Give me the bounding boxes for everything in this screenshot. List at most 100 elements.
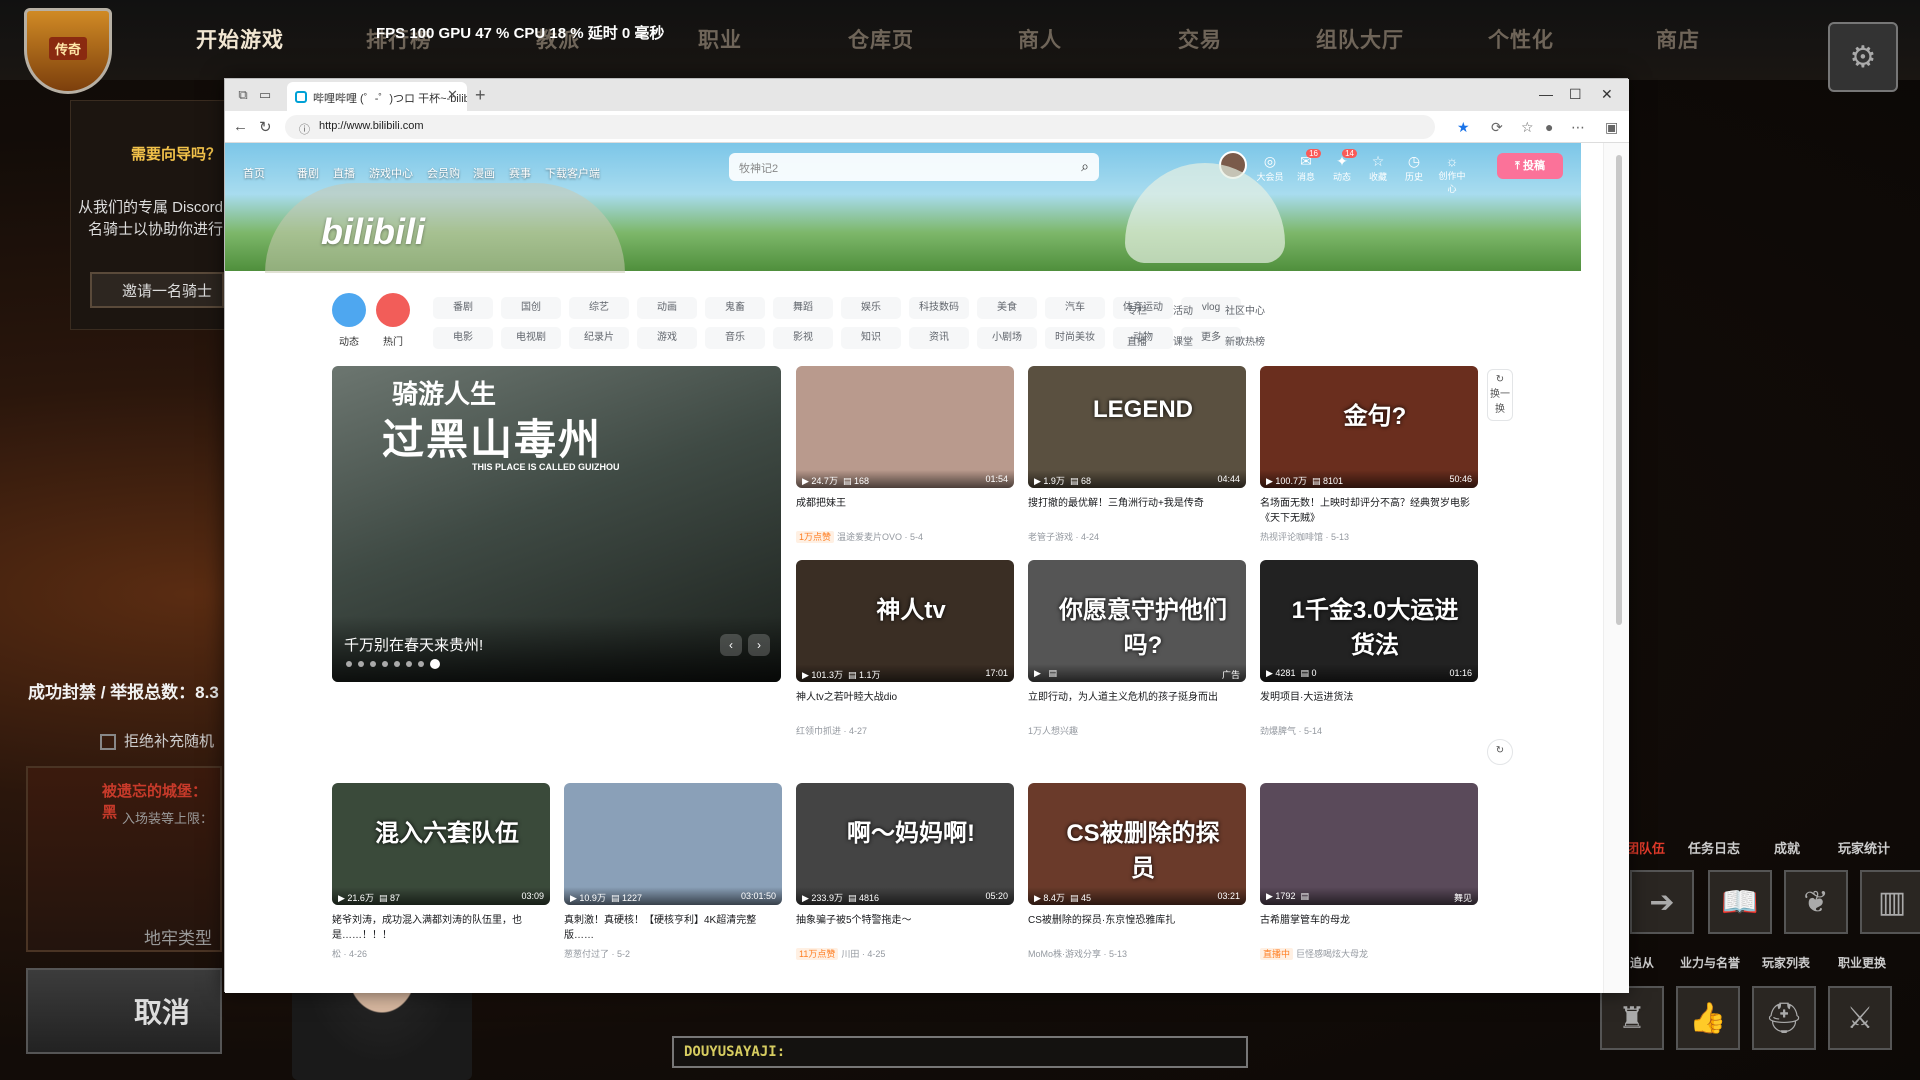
- video-thumbnail[interactable]: 神人tv ▶ 101.3万 ▤ 1.1万 17:01: [796, 560, 1014, 682]
- category-cats_row2-5[interactable]: 影视: [773, 327, 833, 349]
- carousel-dot[interactable]: [418, 661, 424, 667]
- more-icon[interactable]: ⋯: [1571, 119, 1585, 136]
- category-cats_row2-6[interactable]: 知识: [841, 327, 901, 349]
- category-cats_row2-3[interactable]: 游戏: [637, 327, 697, 349]
- nav-stash[interactable]: 仓库页: [848, 24, 914, 54]
- category-cats_row2-0[interactable]: 电影: [433, 327, 493, 349]
- history-icon[interactable]: ◷ 历史: [1399, 153, 1429, 183]
- nav-manga[interactable]: 漫画: [473, 165, 495, 181]
- tab-actions-icon[interactable]: ▭: [257, 87, 273, 103]
- video-title[interactable]: 神人tv之若叶睦大战dio: [796, 690, 1014, 705]
- favorites-icon[interactable]: ☆: [1521, 119, 1534, 136]
- category-cats_row1-4[interactable]: 鬼畜: [705, 297, 765, 319]
- swords-icon[interactable]: ⚔: [1828, 986, 1892, 1050]
- refuse-checkbox[interactable]: 拒绝补充随机: [100, 730, 214, 751]
- category-cats_row1-8[interactable]: 美食: [977, 297, 1037, 319]
- category-cats_row2-8[interactable]: 小剧场: [977, 327, 1037, 349]
- profile-icon[interactable]: ●: [1545, 119, 1553, 135]
- nav-start-game[interactable]: 开始游戏: [196, 24, 284, 54]
- video-thumbnail[interactable]: 啊～妈妈啊! ▶ 233.9万 ▤ 4816 05:20: [796, 783, 1014, 905]
- dynamic-icon[interactable]: ✦ 14 动态: [1327, 149, 1357, 183]
- link-new-songs[interactable]: 新歌热榜: [1225, 333, 1265, 348]
- video-meta[interactable]: 葱葱付过了 · 5-2: [564, 947, 630, 960]
- url-input[interactable]: ⓘ http://www.bilibili.com: [285, 115, 1435, 139]
- category-cats_row2-2[interactable]: 纪录片: [569, 327, 629, 349]
- carousel-dot[interactable]: [370, 661, 376, 667]
- carousel-prev-icon[interactable]: ‹: [720, 634, 742, 656]
- tab-party[interactable]: 团队伍: [1626, 838, 1665, 857]
- back-icon[interactable]: ←: [233, 118, 248, 135]
- invite-button[interactable]: 邀请一名骑士: [90, 272, 224, 308]
- video-card[interactable]: ▶ 1792 ▤ 舞见 古希腊掌管车的母龙 直播中 巨怪感喝炫大母龙: [1260, 783, 1478, 973]
- creator-icon[interactable]: ☼ 创作中心: [1437, 153, 1467, 195]
- link-activity[interactable]: 活动: [1173, 302, 1193, 317]
- tab-quest-log[interactable]: 任务日志: [1688, 838, 1740, 857]
- nav-download-client[interactable]: 下载客户端: [545, 165, 600, 181]
- carousel-dot[interactable]: [382, 661, 388, 667]
- settings-icon[interactable]: ⚙: [1828, 22, 1898, 92]
- nav-trade[interactable]: 交易: [1178, 24, 1222, 54]
- category-cats_row2-4[interactable]: 音乐: [705, 327, 765, 349]
- refresh-feed-button[interactable]: ↻ 换一换: [1487, 369, 1513, 421]
- video-meta[interactable]: 热视评论咖啡馆 · 5-13: [1260, 530, 1349, 543]
- maximize-icon[interactable]: ☐: [1569, 86, 1582, 103]
- vip-icon[interactable]: ◎ 大会员: [1255, 153, 1285, 183]
- category-cats_row1-2[interactable]: 综艺: [569, 297, 629, 319]
- carousel-dot[interactable]: [358, 661, 364, 667]
- video-card[interactable]: 混入六套队伍 ▶ 21.6万 ▤ 87 03:09 姥爷刘涛，成功混入满都刘涛的队伍里…: [332, 783, 550, 973]
- laurel-icon[interactable]: ❦: [1784, 870, 1848, 934]
- video-title[interactable]: 真刺激！真硬核！【硬核亨利】4K超清完整版……: [564, 913, 782, 943]
- bilibili-logo[interactable]: bilibili: [321, 211, 425, 253]
- video-title[interactable]: 立即行动，为人道主义危机的孩子挺身而出: [1028, 690, 1246, 705]
- category-cats_row1-6[interactable]: 娱乐: [841, 297, 901, 319]
- video-card[interactable]: 1千金3.0大运进货法 ▶ 4281 ▤ 0 01:16 发明项目·大运进货法 劲爆脾气…: [1260, 560, 1478, 750]
- nav-game-center[interactable]: 游戏中心: [369, 165, 413, 181]
- category-cats_row2-1[interactable]: 电视剧: [501, 327, 561, 349]
- video-card[interactable]: 你愿意守护他们吗? ▶ ▤ 广告 立即行动，为人道主义危机的孩子挺身而出 1万人想兴趣: [1028, 560, 1246, 750]
- video-thumbnail[interactable]: CS被删除的探员 ▶ 8.4万 ▤ 45 03:21: [1028, 783, 1246, 905]
- carousel-dot[interactable]: [406, 661, 412, 667]
- video-thumbnail[interactable]: 你愿意守护他们吗? ▶ ▤ 广告: [1028, 560, 1246, 682]
- dynamic-channel-icon[interactable]: [332, 293, 366, 327]
- video-card[interactable]: LEGEND ▶ 1.9万 ▤ 68 04:44 搜打撤的最优解！三角洲行动+我是传奇…: [1028, 366, 1246, 556]
- video-title[interactable]: 抽象骗子被5个特警拖走～: [796, 913, 1014, 928]
- video-title[interactable]: 古希腊掌管车的母龙: [1260, 913, 1478, 928]
- video-thumbnail[interactable]: 混入六套队伍 ▶ 21.6万 ▤ 87 03:09: [332, 783, 550, 905]
- close-tab-icon[interactable]: ✕: [447, 87, 458, 103]
- statue-icon[interactable]: ♜: [1600, 986, 1664, 1050]
- book-icon[interactable]: 📖: [1708, 870, 1772, 934]
- carousel-dot[interactable]: [346, 661, 352, 667]
- close-window-icon[interactable]: ✕: [1601, 86, 1613, 103]
- video-thumbnail[interactable]: 1千金3.0大运进货法 ▶ 4281 ▤ 0 01:16: [1260, 560, 1478, 682]
- link-course[interactable]: 课堂: [1173, 333, 1193, 348]
- category-cats_row1-0[interactable]: 番剧: [433, 297, 493, 319]
- cancel-button[interactable]: 取消: [26, 968, 222, 1054]
- video-card[interactable]: 啊～妈妈啊! ▶ 233.9万 ▤ 4816 05:20 抽象骗子被5个特警拖走～ 11…: [796, 783, 1014, 973]
- avatar[interactable]: [1219, 151, 1247, 179]
- nav-shop[interactable]: 商店: [1656, 24, 1700, 54]
- category-cats_row1-1[interactable]: 国创: [501, 297, 561, 319]
- nav-party-lobby[interactable]: 组队大厅: [1316, 24, 1404, 54]
- nav-customize[interactable]: 个性化: [1488, 24, 1554, 54]
- nav-anime[interactable]: 番剧: [297, 165, 319, 181]
- video-title[interactable]: 成都把妹王: [796, 496, 1014, 511]
- refresh-circle-icon[interactable]: ↻: [1487, 739, 1513, 765]
- category-cats_row1-9[interactable]: 汽车: [1045, 297, 1105, 319]
- thumbs-icon[interactable]: 👍: [1676, 986, 1740, 1050]
- workspace-icon[interactable]: ⧉: [235, 87, 251, 103]
- category-cats_row1-5[interactable]: 舞蹈: [773, 297, 833, 319]
- dungeon-card[interactable]: 被遗忘的城堡：黑 入场装等上限： 地牢类型: [26, 766, 222, 952]
- arrow-icon[interactable]: ➔: [1630, 870, 1694, 934]
- hot-channel-icon[interactable]: [376, 293, 410, 327]
- minimize-icon[interactable]: —: [1539, 86, 1553, 102]
- message-icon[interactable]: ✉ 16 消息: [1291, 149, 1321, 183]
- video-meta[interactable]: 1万点赞 温途爱麦片OVO · 5-4: [796, 530, 923, 543]
- video-meta[interactable]: 直播中 巨怪感喝炫大母龙: [1260, 947, 1368, 960]
- favorites-star-icon[interactable]: ☆ 收藏: [1363, 153, 1393, 183]
- nav-live[interactable]: 直播: [333, 165, 355, 181]
- video-title[interactable]: 姥爷刘涛，成功混入满都刘涛的队伍里，也是……！！！: [332, 913, 550, 943]
- video-meta[interactable]: MoMo株·游戏分享 · 5-13: [1028, 947, 1127, 960]
- scrollbar-thumb[interactable]: [1616, 155, 1622, 625]
- search-icon[interactable]: ⌕: [1081, 158, 1089, 175]
- new-tab-icon[interactable]: +: [475, 85, 486, 106]
